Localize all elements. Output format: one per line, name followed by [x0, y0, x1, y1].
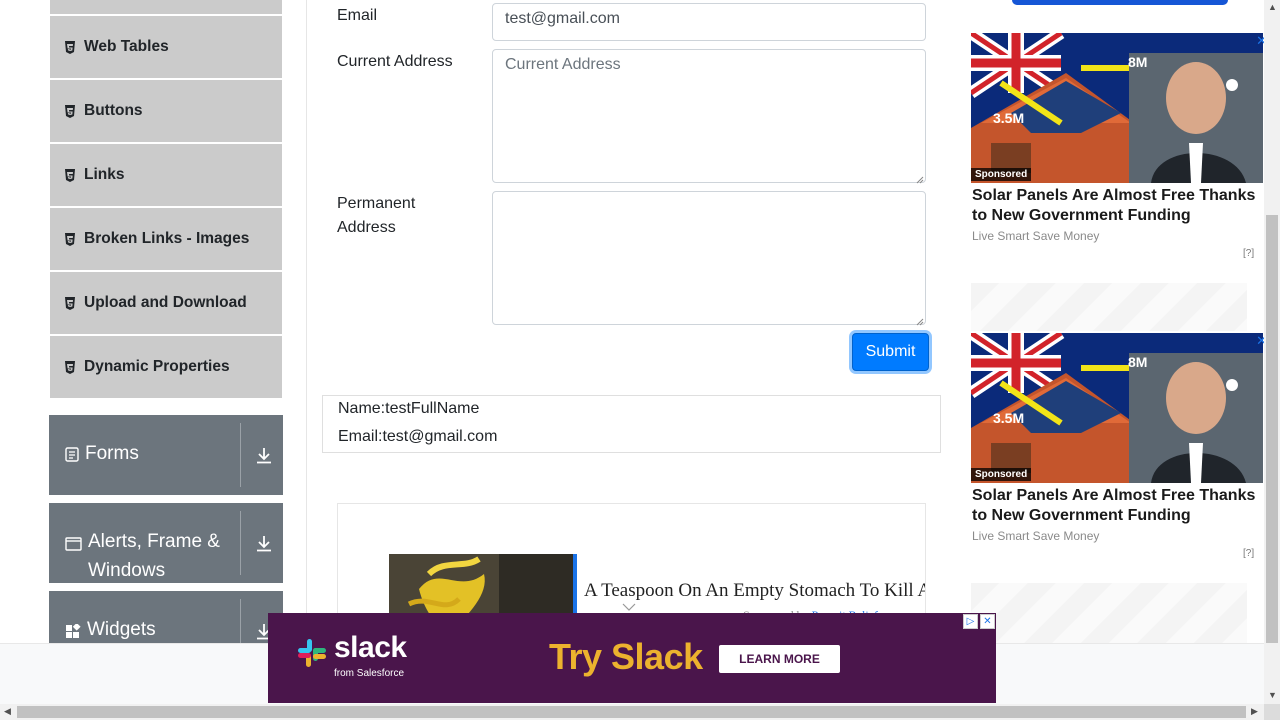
ad-title[interactable]: Solar Panels Are Almost Free Thanks to N…	[972, 486, 1264, 526]
horizontal-scrollbar-thumb[interactable]	[17, 706, 1246, 718]
html-file-icon	[64, 168, 76, 182]
current-address-textarea[interactable]	[492, 49, 926, 183]
right-ad-1[interactable]: 8M 3.5M Sponsored ✕ Solar Panels Are Alm…	[971, 33, 1267, 263]
group-alerts-frame-windows[interactable]: Alerts, Frame & Windows	[49, 503, 283, 583]
permanent-address-label-line1: Permanent	[337, 195, 416, 212]
email-field[interactable]: test@gmail.com	[492, 3, 926, 41]
slack-wordmark: slack	[334, 631, 407, 664]
ad-button-partial[interactable]	[1012, 0, 1228, 5]
sidebar-item-broken-links[interactable]: Broken Links - Images	[50, 208, 282, 270]
ad-source[interactable]: Live Smart Save Money	[972, 529, 1099, 543]
output-name: Name:testFullName	[338, 400, 480, 417]
download-icon	[256, 535, 272, 558]
group-label-line2: Windows	[88, 560, 166, 581]
group-label: Alerts, Frame &	[88, 531, 220, 552]
adchoices-icon[interactable]: ▷	[963, 614, 978, 629]
scroll-down-icon[interactable]: ▼	[1268, 690, 1277, 700]
html-file-icon	[64, 104, 76, 118]
ad-overlay-b: 3.5M	[993, 110, 1025, 126]
slack-logo-icon	[296, 637, 328, 674]
permanent-address-label-line2: Address	[337, 219, 396, 236]
resize-grip-icon[interactable]	[914, 171, 924, 189]
sidebar-item-label: Upload and Download	[84, 294, 247, 311]
html-file-icon	[64, 40, 76, 54]
sidebar-item-links[interactable]: Links	[50, 144, 282, 206]
html-file-icon	[64, 296, 76, 310]
ad-overlay-a: 8M	[1128, 54, 1148, 70]
form-icon	[65, 447, 79, 462]
sidebar-item-buttons[interactable]: Buttons	[50, 80, 282, 142]
widgets-icon	[65, 624, 81, 639]
banner-headline: Try Slack	[549, 636, 703, 677]
sidebar-item-label: Broken Links - Images	[84, 230, 250, 247]
sidebar-item-partial[interactable]	[50, 0, 282, 14]
resize-grip-icon[interactable]	[914, 313, 924, 331]
ad-image[interactable]: 8M 3.5M Sponsored	[971, 333, 1263, 483]
output-email: Email:test@gmail.com	[338, 428, 498, 445]
sidebar-item-web-tables[interactable]: Web Tables	[50, 16, 282, 78]
ad-placeholder	[971, 283, 1247, 331]
sidebar-item-label: Web Tables	[84, 38, 169, 55]
group-label: Widgets	[87, 619, 156, 640]
sidebar-item-dynamic-properties[interactable]: Dynamic Properties	[50, 336, 282, 398]
vertical-scrollbar-thumb[interactable]	[1266, 215, 1278, 643]
ad-info-link[interactable]: [?]	[1243, 248, 1254, 259]
ad-close-icon[interactable]: ✕	[980, 614, 995, 629]
ad-overlay-a: 8M	[1128, 354, 1148, 370]
scroll-left-icon[interactable]: ◀	[4, 706, 11, 717]
ad-overlay-b: 3.5M	[993, 410, 1025, 426]
sidebar-item-label: Dynamic Properties	[84, 358, 230, 375]
sidebar-item-label: Buttons	[84, 102, 143, 119]
download-icon	[256, 447, 272, 470]
submit-button[interactable]: Submit	[852, 333, 929, 371]
permanent-address-label: Permanent Address	[337, 192, 415, 240]
scrollbar-corner	[1264, 704, 1280, 720]
ad-image[interactable]: 8M 3.5M Sponsored	[971, 33, 1263, 183]
slack-from-salesforce: from Salesforce	[334, 668, 405, 679]
group-forms[interactable]: Forms	[49, 415, 283, 495]
window-icon	[65, 537, 82, 551]
permanent-address-textarea[interactable]	[492, 191, 926, 325]
ad-info-link[interactable]: [?]	[1243, 548, 1254, 559]
html-file-icon	[64, 360, 76, 374]
scroll-right-icon[interactable]: ▶	[1251, 706, 1258, 717]
ad-title[interactable]: Solar Panels Are Almost Free Thanks to N…	[972, 186, 1264, 226]
sidebar-item-upload-download[interactable]: Upload and Download	[50, 272, 282, 334]
learn-more-button[interactable]: LEARN MORE	[719, 645, 840, 673]
email-label: Email	[337, 7, 378, 24]
ad-source[interactable]: Live Smart Save Money	[972, 229, 1099, 243]
email-value: test@gmail.com	[505, 10, 620, 27]
sponsored-badge: Sponsored	[971, 468, 1032, 481]
current-address-label: Current Address	[337, 53, 453, 70]
right-ad-2[interactable]: 8M 3.5M Sponsored ✕ Solar Panels Are Alm…	[971, 333, 1267, 563]
group-label: Forms	[85, 443, 139, 464]
html-file-icon	[64, 232, 76, 246]
ad-placeholder	[971, 583, 1247, 643]
sidebar-item-label: Links	[84, 166, 125, 183]
output-box: Name:testFullName Email:test@gmail.com	[322, 395, 941, 453]
scroll-up-icon[interactable]: ▲	[1268, 2, 1277, 12]
group-widgets[interactable]: Widgets	[49, 591, 283, 643]
sponsored-badge: Sponsored	[971, 168, 1032, 181]
